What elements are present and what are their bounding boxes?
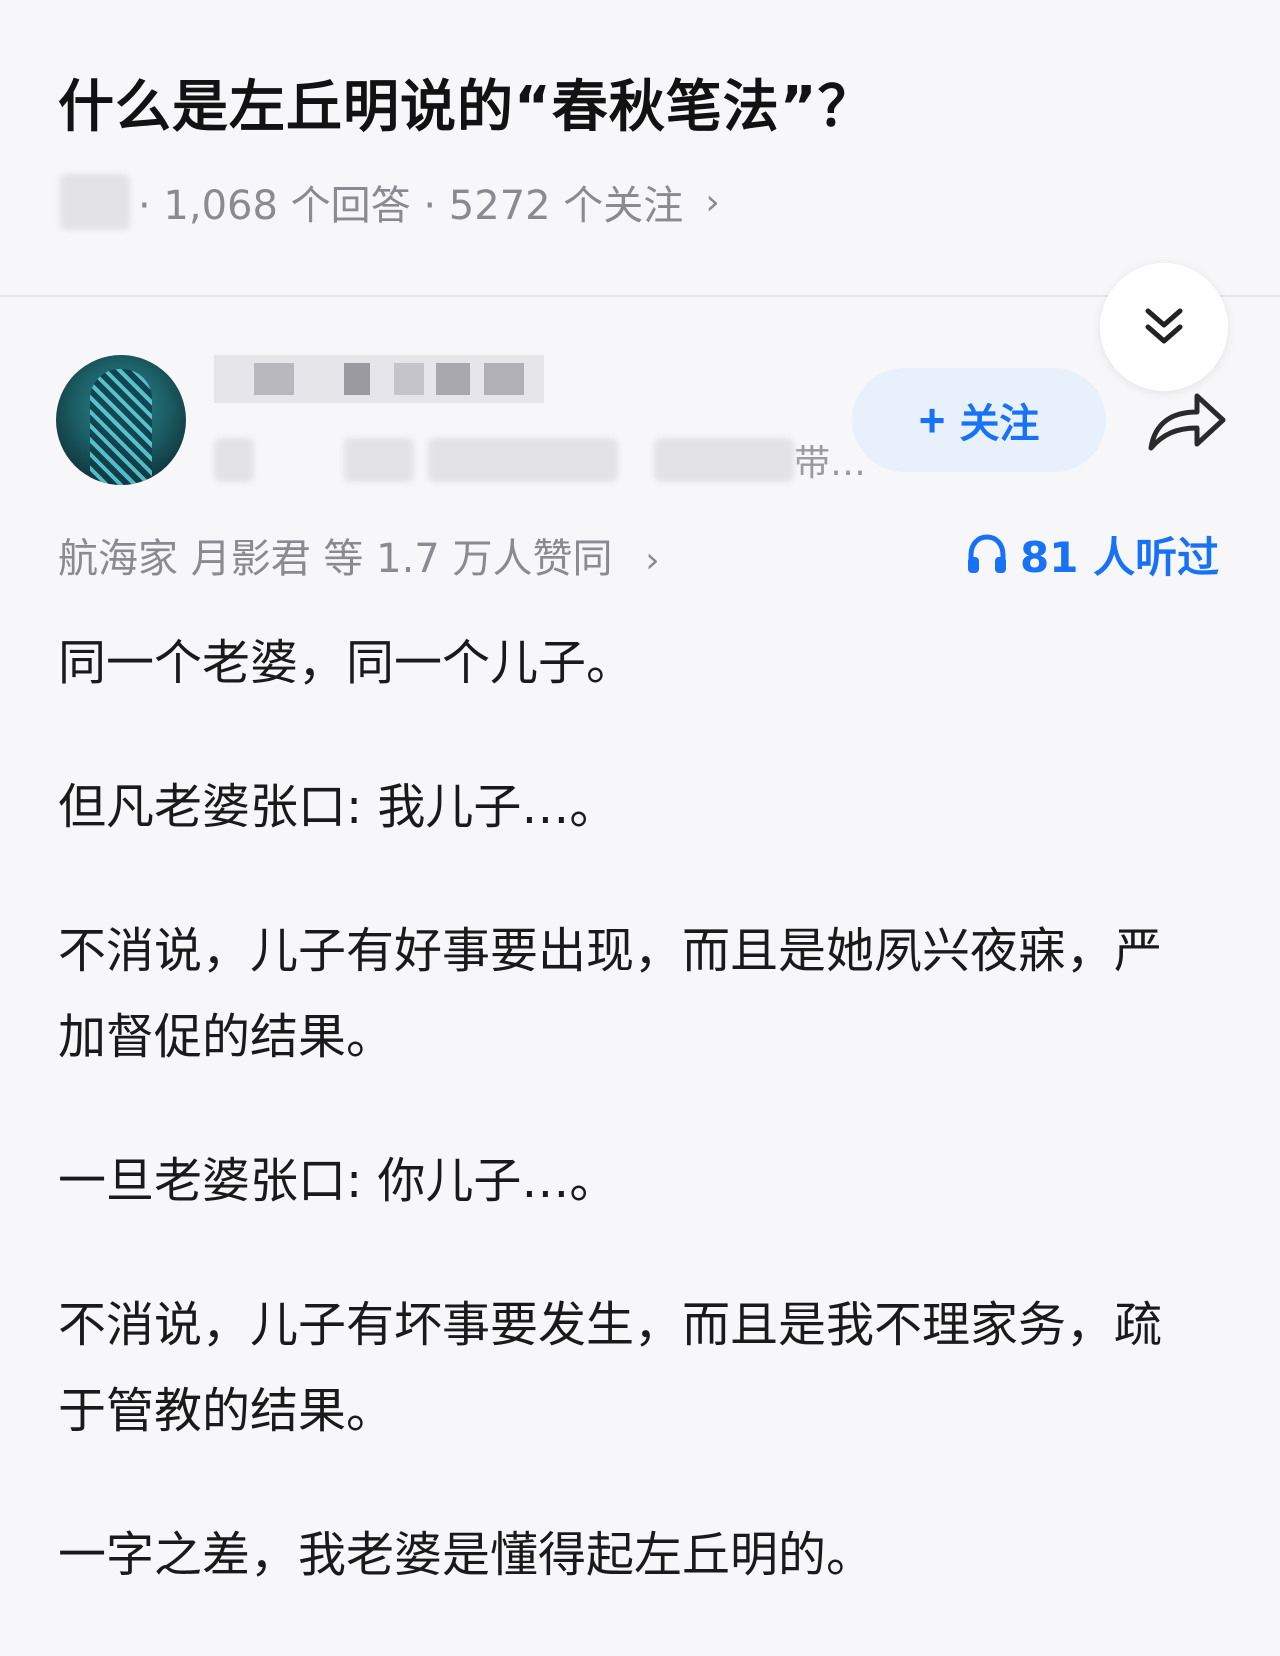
upvote-summary[interactable]: 航海家 月影君 等 1.7 万人赞同 › — [58, 526, 660, 584]
answer-paragraph: 同一个老婆，同一个儿子。 — [58, 635, 635, 691]
plus-icon: + — [918, 394, 946, 446]
answer-paragraph: 一旦老婆张口: 你儿子…。 — [58, 1153, 618, 1209]
answer-paragraph: 不消说，儿子有好事要出现，而且是她夙兴夜寐，严加督促的结果。 — [58, 923, 1163, 1065]
chevron-right-icon: › — [705, 181, 720, 223]
listen-text: 81 人听过 — [1020, 532, 1220, 582]
collapse-button[interactable] — [1100, 263, 1228, 391]
question-meta[interactable]: · 1,068 个回答 · 5272 个关注 › — [60, 172, 720, 232]
blurred-topic — [60, 174, 130, 230]
answer-page: 什么是左丘明说的“春秋笔法”？ · 1,068 个回答 · 5272 个关注 ›… — [0, 0, 1280, 1630]
author-name-blurred[interactable] — [214, 355, 544, 403]
answer-content: 同一个老婆，同一个儿子。 但凡老婆张口: 我儿子…。 不消说，儿子有好事要出现，… — [58, 620, 1208, 1656]
avatar-figure — [90, 369, 152, 485]
author-bio-tail: 带… — [794, 443, 867, 484]
listen-count[interactable]: 81 人听过 — [966, 526, 1219, 582]
double-chevron-down-icon — [1145, 308, 1183, 344]
chevron-right-icon: › — [645, 540, 660, 581]
blurred-bio-4 — [654, 438, 794, 482]
author-bio: 带… — [214, 432, 866, 488]
question-stats: · 1,068 个回答 · 5272 个关注 — [138, 183, 684, 229]
follow-button[interactable]: + 关注 — [852, 368, 1106, 472]
avatar[interactable] — [56, 355, 186, 485]
answer-paragraph: 不消说，儿子有坏事要发生，而且是我不理家务，疏于管教的结果。 — [58, 1297, 1163, 1439]
upvote-text: 航海家 月影君 等 1.7 万人赞同 — [58, 536, 613, 582]
blurred-bio-2 — [344, 438, 414, 482]
follow-label: 关注 — [959, 402, 1040, 446]
divider — [0, 295, 1280, 297]
question-title[interactable]: 什么是左丘明说的“春秋笔法”？ — [58, 62, 875, 143]
headphones-icon — [968, 534, 1006, 573]
share-icon[interactable] — [1145, 386, 1229, 456]
answer-paragraph: 一字之差，我老婆是懂得起左丘明的。 — [58, 1527, 875, 1583]
answer-paragraph: 但凡老婆张口: 我儿子…。 — [58, 779, 618, 835]
blurred-bio-1 — [214, 438, 254, 482]
blurred-bio-3 — [428, 438, 618, 482]
